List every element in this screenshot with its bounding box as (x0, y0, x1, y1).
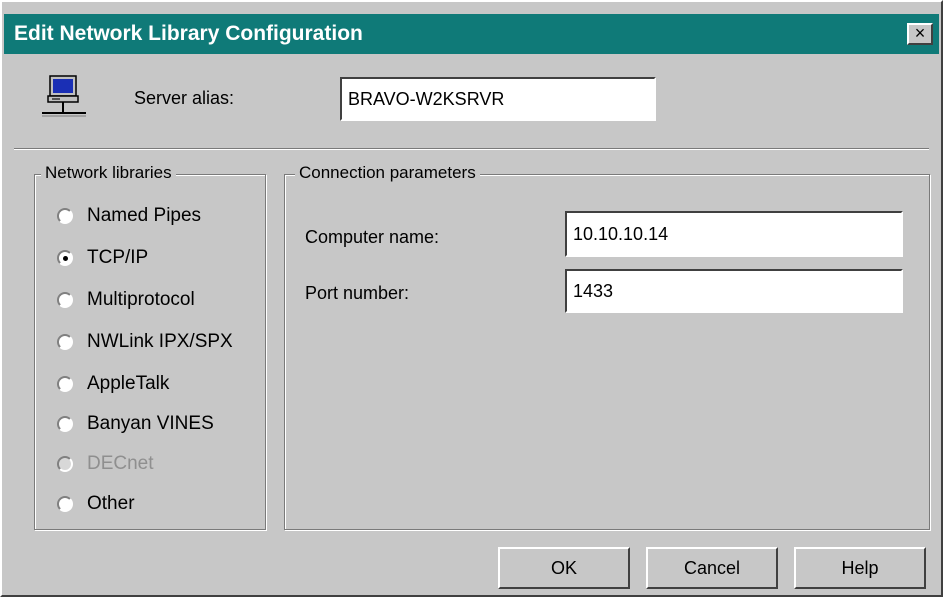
radio-label: NWLink IPX/SPX (87, 331, 233, 352)
connection-parameters-legend: Connection parameters (295, 163, 480, 183)
network-libraries-group: Network libraries Named Pipes TCP/IP Mul… (34, 163, 266, 530)
radio-button[interactable] (57, 334, 73, 350)
separator (14, 148, 929, 150)
cancel-button[interactable]: Cancel (646, 547, 778, 589)
radio-label: TCP/IP (87, 247, 149, 268)
radio-nwlink[interactable]: NWLink IPX/SPX (57, 329, 233, 355)
close-button[interactable]: × (907, 23, 933, 45)
help-button-label: Help (841, 557, 879, 578)
radio-label: Named Pipes (87, 205, 202, 226)
ok-button[interactable]: OK (498, 547, 630, 589)
computer-name-label: Computer name: (305, 227, 440, 247)
radio-button[interactable] (57, 496, 73, 512)
server-alias-input[interactable] (340, 77, 656, 121)
port-number-label: Port number: (305, 283, 410, 303)
network-libraries-legend: Network libraries (41, 163, 176, 183)
radio-button-disabled (57, 456, 73, 472)
radio-named-pipes[interactable]: Named Pipes (57, 203, 201, 229)
radio-label: Other (87, 493, 135, 514)
radio-label: AppleTalk (87, 373, 170, 394)
radio-button-selected[interactable] (57, 250, 73, 266)
radio-button[interactable] (57, 376, 73, 392)
radio-tcpip[interactable]: TCP/IP (57, 245, 148, 271)
computer-network-icon (42, 75, 86, 117)
radio-label: Banyan VINES (87, 413, 214, 434)
computer-name-input[interactable] (565, 211, 903, 257)
title-bar[interactable]: Edit Network Library Configuration × (4, 14, 939, 54)
radio-button[interactable] (57, 208, 73, 224)
radio-other[interactable]: Other (57, 491, 135, 517)
radio-button[interactable] (57, 416, 73, 432)
port-number-input[interactable] (565, 269, 903, 313)
ok-button-label: OK (550, 557, 577, 578)
dialog-window: Edit Network Library Configuration × Ser… (0, 0, 943, 597)
server-alias-label: Server alias: (134, 88, 235, 108)
close-icon: × (914, 23, 926, 43)
cancel-button-label: Cancel (683, 557, 741, 578)
radio-multiprotocol[interactable]: Multiprotocol (57, 287, 195, 313)
radio-label: Multiprotocol (87, 289, 195, 310)
radio-banyan-vines[interactable]: Banyan VINES (57, 411, 214, 437)
radio-button[interactable] (57, 292, 73, 308)
radio-appletalk[interactable]: AppleTalk (57, 371, 169, 397)
radio-label: DECnet (87, 453, 154, 474)
dialog-title: Edit Network Library Configuration (14, 22, 363, 45)
help-button[interactable]: Help (794, 547, 926, 589)
radio-decnet: DECnet (57, 451, 154, 477)
connection-parameters-group: Connection parameters Computer name: Por… (284, 163, 930, 530)
